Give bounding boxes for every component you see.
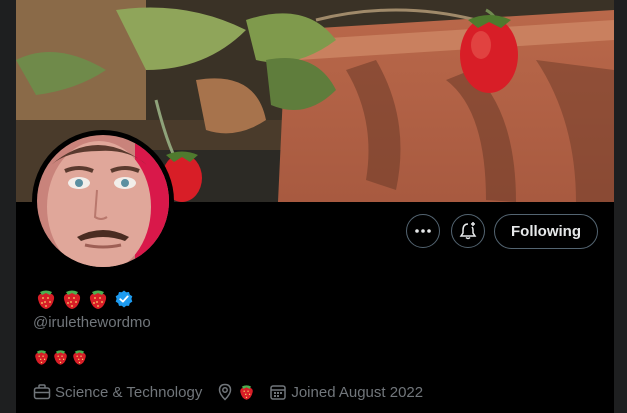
strawberry-emoji xyxy=(89,290,107,309)
window-right-edge xyxy=(614,0,627,413)
calendar-icon xyxy=(270,385,287,400)
category-item: Science & Technology xyxy=(33,383,202,401)
notifications-button[interactable] xyxy=(451,214,485,248)
strawberry-emoji xyxy=(63,290,81,309)
location-item xyxy=(216,383,255,401)
profile-meta: Science & Technology Joined August 2022 xyxy=(33,381,437,403)
window-left-edge xyxy=(0,0,16,413)
joined-item: Joined August 2022 xyxy=(269,383,423,401)
verified-badge-icon[interactable] xyxy=(115,290,133,308)
category-label: Science & Technology xyxy=(55,383,203,401)
strawberry-emoji xyxy=(35,350,48,365)
location-pin-icon xyxy=(219,383,232,401)
strawberry-emoji xyxy=(240,385,254,400)
bell-plus-icon xyxy=(459,222,477,240)
strawberry-emoji xyxy=(73,350,86,365)
more-button[interactable] xyxy=(406,214,440,248)
profile-handle: @irulethewordmo xyxy=(33,314,151,331)
joined-label: Joined August 2022 xyxy=(291,383,424,401)
strawberry-emoji xyxy=(54,350,67,365)
strawberry-emoji xyxy=(37,290,55,309)
briefcase-icon xyxy=(33,384,51,400)
more-dots-icon xyxy=(415,229,431,233)
display-name xyxy=(35,286,133,312)
profile-bio xyxy=(33,348,88,366)
avatar[interactable] xyxy=(37,135,169,267)
following-button[interactable]: Following xyxy=(494,214,598,249)
